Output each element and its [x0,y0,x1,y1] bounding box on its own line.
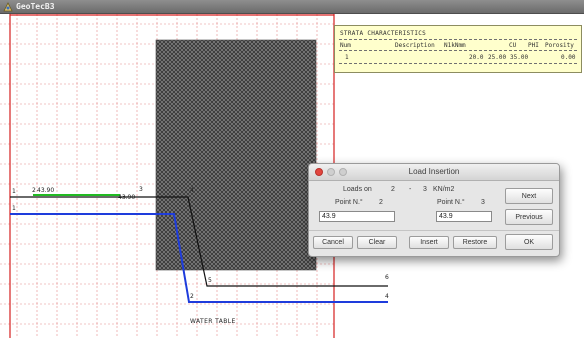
loads-from-point: 2 [391,186,395,193]
dialog-title: Load Insertion [408,167,460,176]
app-logo-icon [3,2,13,12]
point-number-value-2: 3 [481,199,485,206]
loads-dash: - [409,186,412,193]
water-table-label: WATER TABLE [190,318,236,325]
strata-title: STRATA CHARACTERISTICS [340,30,427,37]
loads-on-label: Loads on [343,186,372,193]
strata-separator-header [339,50,577,51]
load-value-input-1[interactable] [319,211,395,222]
strata-characteristics-panel: STRATA CHARACTERISTICS Num Description N… [334,25,582,73]
point-label-4a: 4 [190,187,194,194]
strata-col-weight: N1kNmm [444,42,466,49]
loads-unit: KN/m2 [433,186,455,193]
ok-button[interactable]: OK [505,234,553,250]
load-value-label-right: 43.90 [118,194,135,201]
strata-cell-cu: 25.00 [488,54,507,61]
dialog-separator [309,230,559,231]
point-label-3: 3 [139,186,143,193]
next-button[interactable]: Next [505,188,553,204]
strata-separator-top [339,39,577,40]
strata-col-description: Description [395,42,435,49]
insert-button[interactable]: Insert [409,236,449,249]
strata-cell-porosity: 0.00 [561,54,576,61]
app-window: GeoTecB3 1 1 2 3 4 5 6 4 2 43.90 43.90 W… [0,0,584,338]
dialog-titlebar: Load Insertion [309,164,559,181]
strata-col-num: Num [340,42,351,49]
strata-col-cu: CU [509,42,517,49]
strata-cell-num: 1 [345,54,349,61]
strata-separator-bottom [339,63,577,64]
point-label-1a: 1 [12,188,16,195]
point-label-4b: 4 [385,293,389,300]
hatched-strata-region [155,39,317,271]
point-number-label-2: Point N.° [437,199,465,206]
window-title: GeoTecB3 [16,2,55,11]
point-label-2b: 2 [190,293,194,300]
previous-button[interactable]: Previous [505,209,553,225]
point-label-1b: 1 [12,205,16,212]
loads-to-point: 3 [423,186,427,193]
load-insertion-dialog: Load Insertion Loads on 2 - 3 KN/m2 Poin… [308,163,560,257]
strata-cell-phi: 35.00 [510,54,529,61]
cancel-button[interactable]: Cancel [313,236,353,249]
point-label-2: 2 [32,187,36,194]
point-label-5: 5 [208,277,212,284]
clear-button[interactable]: Clear [357,236,397,249]
point-number-value-1: 2 [379,199,383,206]
restore-button[interactable]: Restore [453,236,497,249]
point-label-6: 6 [385,274,389,281]
load-value-input-2[interactable] [436,211,492,222]
window-titlebar: GeoTecB3 [0,0,584,14]
strata-cell-weight: 20.0 [469,54,484,61]
strata-col-phi: PHI [528,42,539,49]
strata-col-porosity: Porosity [545,42,574,49]
point-number-label-1: Point N.° [335,199,363,206]
load-value-label-left: 43.90 [37,187,54,194]
